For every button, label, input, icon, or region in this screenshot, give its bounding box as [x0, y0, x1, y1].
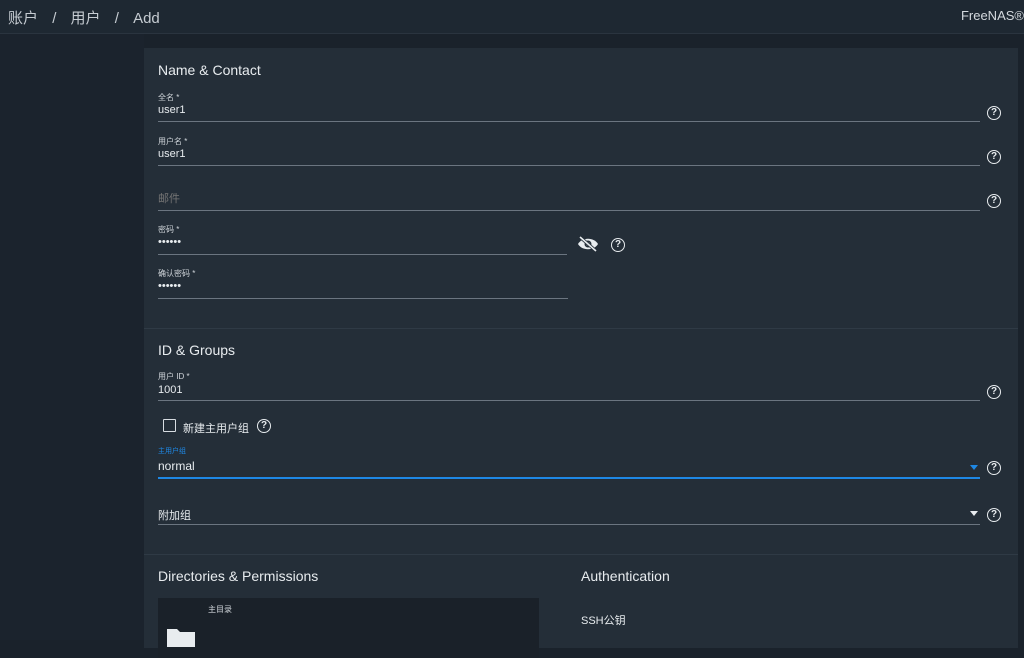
primary-group-label: 主用户组 — [158, 448, 186, 455]
primary-group-underline — [158, 477, 980, 479]
username-label: 用户名 * — [158, 137, 188, 146]
primary-group-select[interactable]: 主用户组 normal — [158, 446, 980, 479]
help-icon[interactable]: ? — [987, 106, 1001, 120]
confirm-password-input[interactable]: •••••• — [158, 280, 568, 292]
sidebar — [0, 34, 144, 640]
top-bar: 账户 / 用户 / Add FreeNAS® — [0, 0, 1024, 34]
help-icon[interactable]: ? — [987, 150, 1001, 164]
user-id-underline — [158, 400, 980, 401]
email-input[interactable] — [158, 193, 980, 205]
home-directory-explorer[interactable]: 主目录 — [158, 598, 539, 658]
username-input[interactable] — [158, 148, 980, 160]
user-id-field[interactable]: 用户 ID * — [158, 371, 980, 401]
primary-group-value[interactable]: normal — [158, 459, 980, 473]
aux-groups-select[interactable]: 附加组 — [158, 503, 980, 527]
user-id-label: 用户 ID * — [158, 372, 190, 381]
user-form-card: Name & Contact 全名 * ? 用户名 * ? ? 密码 * •••… — [144, 48, 1018, 658]
full-name-label: 全名 * — [158, 93, 180, 102]
breadcrumb-users[interactable]: 用户 — [71, 7, 101, 28]
full-name-field[interactable]: 全名 * — [158, 92, 980, 122]
breadcrumb-separator: / — [114, 10, 119, 27]
caret-down-icon[interactable] — [970, 511, 978, 516]
help-icon[interactable]: ? — [987, 508, 1001, 522]
breadcrumb-accounts[interactable]: 账户 — [8, 7, 38, 28]
caret-down-icon[interactable] — [970, 465, 978, 470]
section-divider — [144, 328, 1018, 329]
full-name-underline — [158, 121, 980, 122]
new-primary-group-checkbox[interactable] — [163, 419, 176, 432]
confirm-password-label: 确认密码 * — [158, 269, 196, 278]
section-title-id-groups: ID & Groups — [158, 342, 236, 358]
home-dir-label: 主目录 — [208, 605, 232, 614]
breadcrumb-current: Add — [133, 10, 160, 27]
section-title-authentication: Authentication — [581, 568, 670, 584]
section-divider — [144, 554, 1018, 555]
password-input[interactable]: •••••• — [158, 236, 567, 248]
help-icon[interactable]: ? — [987, 385, 1001, 399]
help-icon[interactable]: ? — [257, 419, 271, 433]
user-id-input[interactable] — [158, 384, 980, 396]
ssh-public-key-label[interactable]: SSH公钥 — [581, 612, 626, 628]
full-name-input[interactable] — [158, 104, 980, 116]
help-icon[interactable]: ? — [987, 461, 1001, 475]
section-title-directories-permissions: Directories & Permissions — [158, 568, 319, 584]
password-field[interactable]: 密码 * •••••• — [158, 224, 567, 255]
username-field[interactable]: 用户名 * — [158, 136, 980, 166]
aux-groups-value[interactable]: 附加组 — [158, 507, 980, 523]
username-underline — [158, 165, 980, 166]
breadcrumb: 账户 / 用户 / Add — [8, 7, 160, 28]
password-label: 密码 * — [158, 225, 180, 234]
confirm-password-underline — [158, 298, 568, 299]
section-title-name-contact: Name & Contact — [158, 62, 261, 78]
brand-logo-text: FreeNAS® — [960, 8, 1024, 23]
email-field[interactable] — [158, 180, 980, 211]
email-underline — [158, 210, 980, 211]
breadcrumb-separator: / — [52, 10, 57, 27]
help-icon[interactable]: ? — [987, 194, 1001, 208]
eye-off-icon[interactable] — [577, 236, 599, 252]
aux-groups-underline — [158, 524, 980, 525]
password-underline — [158, 254, 567, 255]
folder-icon — [167, 629, 195, 647]
confirm-password-field[interactable]: 确认密码 * •••••• — [158, 268, 568, 299]
help-icon[interactable]: ? — [611, 238, 625, 252]
new-primary-group-label: 新建主用户组 — [183, 423, 249, 435]
